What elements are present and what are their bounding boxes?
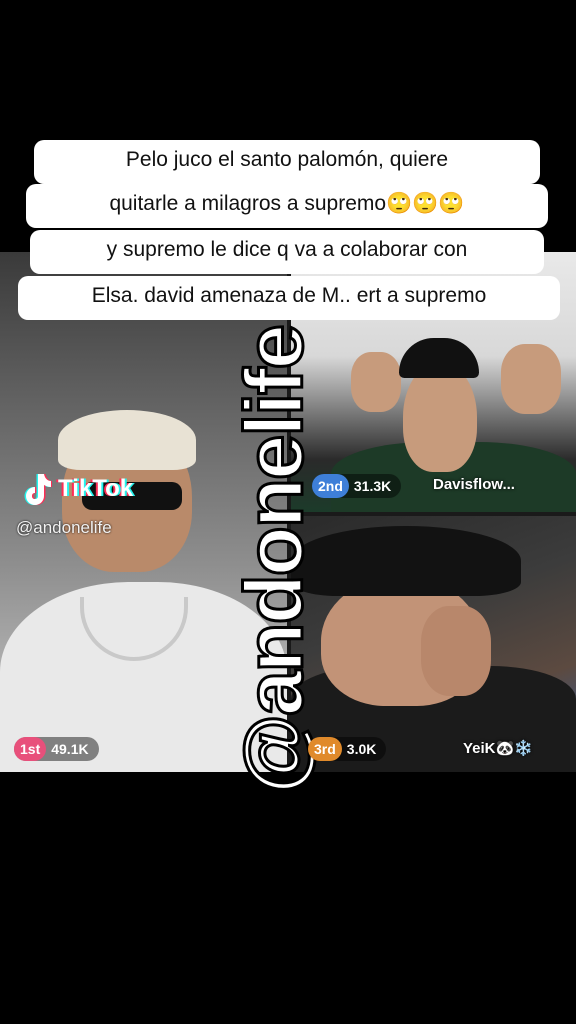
participant-name[interactable]: YeiK🐼❄️ bbox=[463, 739, 533, 757]
rank-label: 1st bbox=[14, 737, 47, 761]
caption-line: y supremo le dice q va a colaborar con bbox=[30, 230, 544, 274]
streamer-hair bbox=[58, 410, 196, 470]
tiktok-watermark: TikTok bbox=[22, 472, 133, 506]
guest-cap bbox=[399, 338, 479, 378]
caption-line: Elsa. david amenaza de M.. ert a supremo bbox=[18, 276, 560, 320]
guest-hand bbox=[421, 606, 491, 696]
rank-label: 2nd bbox=[312, 474, 349, 498]
tile-divider bbox=[291, 512, 576, 516]
caption-overlay: Pelo juco el santo palomón, quiere quita… bbox=[18, 140, 560, 330]
participant-name[interactable]: Davisflow... bbox=[433, 476, 515, 493]
tiktok-note-icon bbox=[24, 474, 52, 505]
guest-hand-left bbox=[351, 352, 401, 412]
score-label: 49.1K bbox=[51, 741, 89, 757]
rank-badge-3[interactable]: 3rd 3.0K bbox=[308, 737, 387, 761]
caption-line: quitarle a milagros a supremo🙄🙄🙄 bbox=[26, 184, 548, 228]
guest-tile-bottom-right[interactable] bbox=[291, 516, 576, 772]
score-label: 31.3K bbox=[353, 478, 392, 494]
score-label: 3.0K bbox=[346, 741, 377, 757]
tiktok-handle: @andonelife bbox=[16, 518, 112, 537]
rank-badge-1[interactable]: 1st 49.1K bbox=[14, 737, 99, 761]
rank-label: 3rd bbox=[308, 737, 342, 761]
guest-head bbox=[403, 362, 477, 472]
guest-cap bbox=[291, 526, 521, 596]
big-handle-watermark: @andonelife bbox=[228, 325, 322, 796]
guest-hand-right bbox=[501, 344, 561, 414]
tiktok-brand: TikTok bbox=[58, 475, 134, 502]
rank-badge-2[interactable]: 2nd 31.3K bbox=[312, 474, 402, 498]
caption-line: Pelo juco el santo palomón, quiere bbox=[34, 140, 540, 184]
